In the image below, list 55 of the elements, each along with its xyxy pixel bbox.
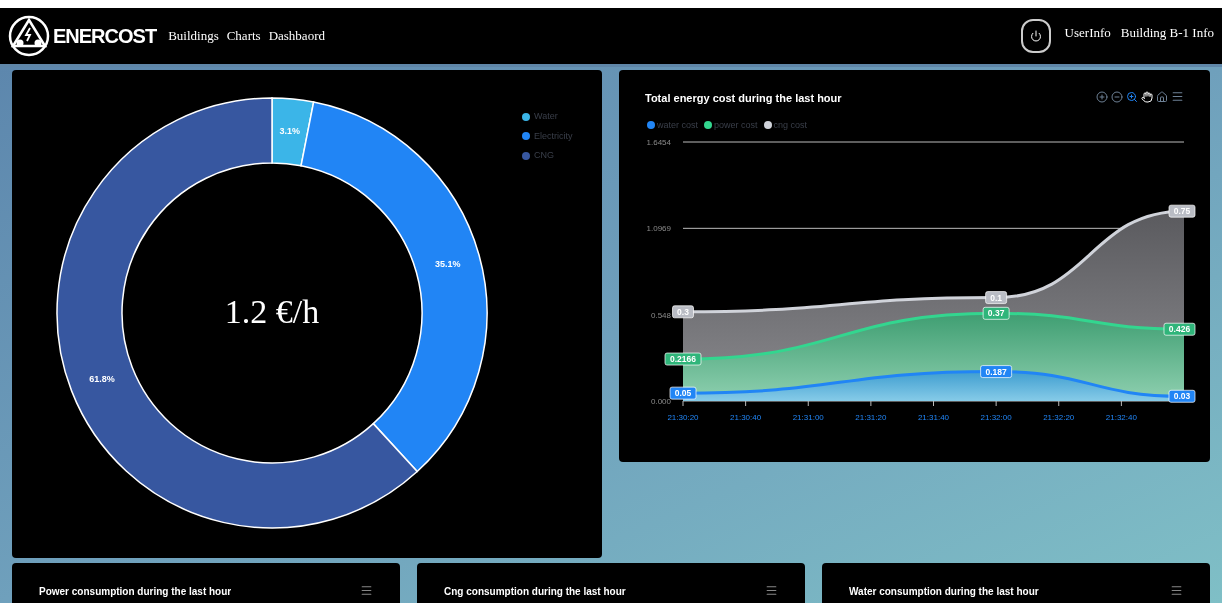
power-icon (1029, 29, 1042, 42)
data-label: 0.05 (669, 386, 697, 400)
home-icon[interactable] (1156, 90, 1168, 103)
power-button[interactable] (1020, 18, 1051, 53)
slice-label: 35.1% (434, 258, 461, 269)
data-label: 0.426 (1168, 324, 1191, 335)
data-label: 0.187 (985, 366, 1008, 377)
card-title: Cng consumption during the last hour (444, 585, 626, 599)
slice-label: 3.1% (279, 126, 300, 137)
data-label: 0.37 (987, 308, 1005, 319)
x-tick-label: 21:31:20 (855, 413, 887, 422)
data-label: 0.75 (1173, 206, 1191, 217)
x-tick-label: 21:32:20 (1043, 413, 1075, 422)
data-label: 0.03 (1173, 391, 1191, 402)
zoom-out-icon[interactable] (1111, 90, 1123, 103)
menu-icon[interactable] (360, 584, 373, 597)
data-label: 0.3 (672, 305, 694, 319)
search-icon[interactable] (1126, 90, 1138, 103)
card-title: Water consumption during the last hour (849, 585, 1039, 599)
nav-link[interactable]: Charts (226, 26, 261, 46)
brand-name[interactable]: ENERCOST (53, 23, 157, 48)
nav-link[interactable]: Dashbaord (268, 26, 325, 46)
x-tick-label: 21:31:40 (917, 413, 950, 422)
card-title: Power consumption during the last hour (39, 585, 232, 599)
data-label: 0.75 (1168, 204, 1196, 218)
zoom-in-icon[interactable] (1096, 90, 1108, 103)
menu-icon[interactable] (1171, 90, 1184, 103)
y-tick-label: 0.000 (650, 397, 671, 406)
data-label: 0.05 (674, 388, 692, 399)
y-tick-label: 1.0969 (646, 224, 671, 234)
center-value: 1.2 €/h (224, 293, 320, 330)
logo-icon (8, 14, 50, 57)
data-label: 0.187 (980, 365, 1012, 378)
data-label: 0.1 (990, 292, 1003, 303)
x-tick-label: 21:32:00 (980, 413, 1012, 422)
data-label: 0.3 (677, 306, 690, 317)
data-label: 0.2166 (670, 354, 697, 365)
data-label: 0.03 (1168, 389, 1196, 403)
nav-link[interactable]: Building B-1 Info (1120, 23, 1214, 43)
menu-icon[interactable] (1170, 584, 1183, 597)
menu-icon[interactable] (765, 584, 778, 597)
data-label: 0.37 (982, 306, 1010, 320)
x-tick-label: 21:32:40 (1105, 413, 1137, 422)
chart-title: Total energy cost during the last hour (645, 91, 842, 106)
data-label: 0.426 (1163, 322, 1196, 336)
data-label: 0.1 (985, 291, 1007, 304)
slice-label: 61.8% (89, 374, 115, 385)
x-tick-label: 21:30:20 (667, 413, 699, 422)
y-tick-label: 0.548 (650, 310, 671, 320)
data-label: 0.2166 (664, 352, 702, 366)
x-tick-label: 21:30:40 (730, 413, 762, 422)
nav-link[interactable]: Buildings (168, 26, 219, 46)
x-tick-label: 21:31:00 (792, 413, 824, 422)
y-tick-label: 1.6454 (646, 138, 671, 147)
nav-link[interactable]: UserInfo (1064, 23, 1111, 43)
